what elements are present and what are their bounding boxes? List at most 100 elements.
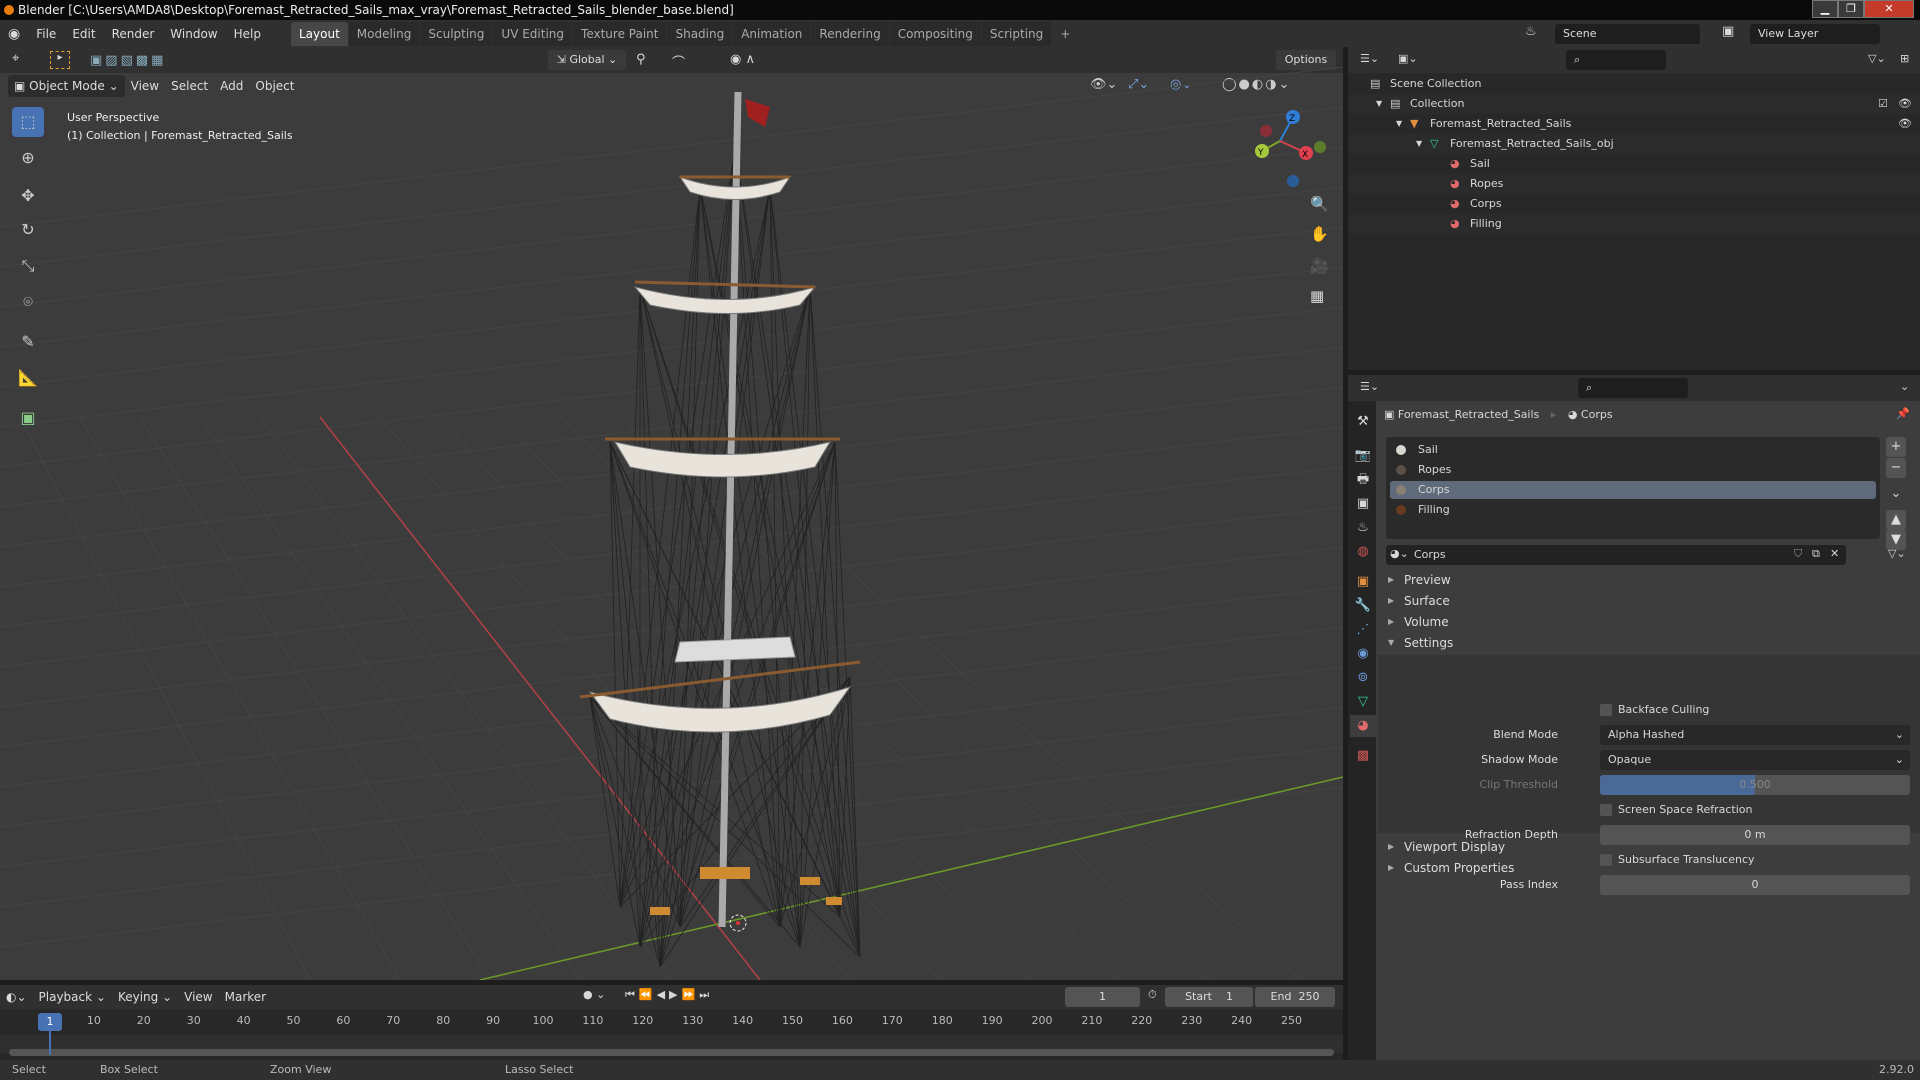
tab-uv-editing[interactable]: UV Editing	[493, 21, 573, 46]
zoom-icon[interactable]: 🔍	[1310, 195, 1329, 213]
object-tab-icon[interactable]: ▣	[1352, 571, 1374, 593]
tab-animation[interactable]: Animation	[733, 21, 811, 46]
menu-edit[interactable]: Edit	[64, 27, 103, 41]
add-workspace-button[interactable]: +	[1052, 22, 1078, 46]
pin-icon[interactable]: 📌	[1896, 407, 1910, 420]
outliner-item[interactable]: ◕ Corps	[1348, 194, 1920, 214]
slot-specials-icon[interactable]: ⌄	[1886, 484, 1906, 504]
transform-tool-icon[interactable]: ⌾	[12, 287, 44, 317]
tab-compositing[interactable]: Compositing	[889, 21, 981, 46]
move-slot-up-button[interactable]: ▲	[1886, 510, 1906, 530]
disclosure-triangle-icon[interactable]: ▼	[1396, 114, 1402, 134]
material-slot[interactable]: Corps	[1390, 481, 1876, 499]
outliner-item[interactable]: ▼ ▼ Foremast_Retracted_Sails 👁	[1348, 114, 1920, 134]
view-layer-tab-icon[interactable]: ▣	[1352, 493, 1374, 515]
tab-scripting[interactable]: Scripting	[981, 21, 1052, 46]
navigation-gizmo[interactable]: Z Y X	[1255, 110, 1326, 187]
tab-rendering[interactable]: Rendering	[811, 21, 889, 46]
disclosure-triangle-icon[interactable]: ▼	[1376, 94, 1382, 114]
outliner-search-input[interactable]: ⌕	[1566, 50, 1666, 70]
physics-tab-icon[interactable]: ◉	[1352, 643, 1374, 665]
tab-shading[interactable]: Shading	[667, 21, 733, 46]
view-layer-selector[interactable]: View Layer	[1750, 24, 1880, 44]
blender-menu-icon[interactable]: ◉	[0, 26, 28, 42]
outliner-item[interactable]: ◕ Filling	[1348, 214, 1920, 234]
data-tab-icon[interactable]: ▽	[1352, 691, 1374, 713]
properties-options-icon[interactable]: ⌄	[1900, 380, 1909, 393]
start-frame-field[interactable]: Start 1	[1165, 987, 1253, 1007]
browse-material-icon[interactable]: ◕⌄	[1390, 547, 1409, 560]
current-frame-field[interactable]: 1	[1065, 987, 1140, 1007]
tab-texture-paint[interactable]: Texture Paint	[573, 21, 667, 46]
auto-keying-icon[interactable]: ● ⌄	[583, 988, 605, 1001]
fake-user-icon[interactable]: ⛉	[1794, 547, 1802, 561]
playback-controls[interactable]: ⏮⏪◀▶⏩⏭	[625, 988, 713, 1002]
material-slot[interactable]: Filling	[1390, 501, 1876, 519]
scale-tool-icon[interactable]: ⤡	[12, 251, 44, 281]
clip-threshold-slider[interactable]: 0.500	[1600, 775, 1910, 795]
pass-index-field[interactable]: 0	[1600, 875, 1910, 895]
texture-tab-icon[interactable]: ▩	[1352, 745, 1374, 767]
camera-view-icon[interactable]: 🎥	[1310, 257, 1329, 275]
perspective-toggle-icon[interactable]: ▦	[1310, 287, 1324, 305]
outliner-item[interactable]: ▼ ▽ Foremast_Retracted_Sails_obj	[1348, 134, 1920, 154]
section-settings[interactable]: ▼ Settings	[1380, 633, 1920, 653]
exclude-checkbox[interactable]: ☑	[1878, 94, 1888, 114]
add-slot-button[interactable]: +	[1886, 437, 1906, 457]
tool-tab-icon[interactable]: ⚒	[1352, 411, 1374, 433]
annotate-tool-icon[interactable]: ✎	[12, 327, 44, 357]
material-slot[interactable]: Ropes	[1390, 461, 1876, 479]
tab-modeling[interactable]: Modeling	[348, 21, 420, 46]
render-tab-icon[interactable]: 📷	[1352, 445, 1374, 467]
outliner-editor-type-icon[interactable]: ☰⌄	[1360, 52, 1379, 65]
output-tab-icon[interactable]: 🖶	[1352, 469, 1374, 491]
backface-culling-checkbox[interactable]: Backface Culling	[1600, 700, 1709, 720]
outliner-item[interactable]: ◕ Ropes	[1348, 174, 1920, 194]
playhead-frame-label[interactable]: 1	[38, 1013, 62, 1031]
section-surface[interactable]: ▶ Surface	[1380, 591, 1920, 611]
add-cube-tool-icon[interactable]: ▣	[12, 403, 44, 433]
end-frame-field[interactable]: End 250	[1255, 987, 1335, 1007]
section-preview[interactable]: ▶ Preview	[1380, 570, 1920, 590]
subsurface-translucency-checkbox[interactable]: Subsurface Translucency	[1600, 850, 1755, 870]
3d-viewport[interactable]: ⌖ ▸ ▣▨▧▩▦ ⇲ Global ⌄ ⚲ ⌒ ◉ ∧ Options ▣ O…	[0, 47, 1343, 980]
minimize-button[interactable]: ▁	[1812, 0, 1838, 18]
material-name-field[interactable]: Corps	[1414, 545, 1446, 565]
section-volume[interactable]: ▶ Volume	[1380, 612, 1920, 632]
modifier-tab-icon[interactable]: 🔧	[1352, 595, 1374, 617]
outliner-item[interactable]: ▼ ▤ Collection ☑ 👁	[1348, 94, 1920, 114]
material-tab-icon[interactable]: ◕	[1350, 715, 1376, 737]
tab-layout[interactable]: Layout	[290, 21, 348, 46]
particles-tab-icon[interactable]: ⋰	[1352, 619, 1374, 641]
filter-icon[interactable]: ▽⌄	[1868, 52, 1886, 65]
eye-icon[interactable]: 👁	[1898, 94, 1912, 114]
world-tab-icon[interactable]: ◍	[1352, 541, 1374, 563]
menu-help[interactable]: Help	[226, 27, 269, 41]
scene-selector[interactable]: Scene	[1555, 24, 1700, 44]
menu-render[interactable]: Render	[104, 27, 163, 41]
refraction-depth-field[interactable]: 0 m	[1600, 825, 1910, 845]
timeline-menu-playback[interactable]: Playback ⌄	[33, 986, 112, 1008]
eye-icon[interactable]: 👁	[1898, 114, 1912, 134]
pan-hand-icon[interactable]: ✋	[1310, 225, 1329, 243]
duplicate-material-icon[interactable]: ⧉	[1812, 547, 1820, 561]
select-box-tool-icon[interactable]: ⬚	[12, 107, 44, 137]
view-layer-icon[interactable]: ▣	[1722, 24, 1734, 39]
material-slot[interactable]: Sail	[1390, 441, 1876, 459]
outliner-item[interactable]: ◕ Sail	[1348, 154, 1920, 174]
preview-range-icon[interactable]: ⏱	[1148, 988, 1157, 1002]
cursor-tool-icon[interactable]: ⊕	[12, 143, 44, 173]
timeline-menu-view[interactable]: View	[178, 986, 218, 1008]
move-tool-icon[interactable]: ✥	[12, 181, 44, 211]
timeline-menu-keying[interactable]: Keying ⌄	[112, 986, 178, 1008]
tab-sculpting[interactable]: Sculpting	[420, 21, 493, 46]
display-mode-icon[interactable]: ▣⌄	[1398, 52, 1418, 65]
screen-space-refraction-checkbox[interactable]: Screen Space Refraction	[1600, 800, 1753, 820]
close-button[interactable]: ✕	[1864, 0, 1914, 18]
menu-window[interactable]: Window	[162, 27, 225, 41]
shadow-mode-dropdown[interactable]: Opaque ⌄	[1600, 750, 1910, 770]
timeline-scrollbar[interactable]	[9, 1049, 1334, 1056]
link-mode-icon[interactable]: ▽⌄	[1888, 547, 1906, 560]
properties-search-input[interactable]: ⌕	[1578, 378, 1688, 398]
disclosure-triangle-icon[interactable]: ▼	[1416, 134, 1422, 154]
